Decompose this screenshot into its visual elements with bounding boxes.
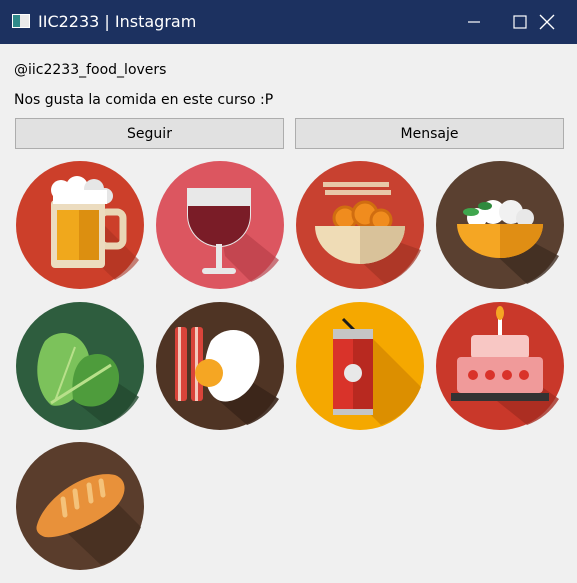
instagram-window: IIC2233 | Instagram @iic2233_food_lovers… <box>0 0 577 583</box>
photo-noodles[interactable] <box>295 160 425 290</box>
photo-soda-can[interactable] <box>295 301 425 431</box>
app-window-icon <box>12 14 30 28</box>
cake-icon <box>436 302 564 430</box>
message-button[interactable]: Mensaje <box>295 118 564 149</box>
follow-button[interactable]: Seguir <box>15 118 284 149</box>
close-icon <box>539 14 555 30</box>
title-bar[interactable]: IIC2233 | Instagram <box>0 0 577 44</box>
noodle-bowl-icon <box>296 161 424 289</box>
profile-description: Nos gusta la comida en este curso :P <box>14 92 274 108</box>
bacon-egg-icon <box>156 302 284 430</box>
photo-rice-bowl[interactable] <box>435 160 565 290</box>
minimize-icon <box>468 21 480 23</box>
window-title: IIC2233 | Instagram <box>38 12 197 31</box>
lettuce-icon <box>16 302 144 430</box>
minimize-button[interactable] <box>451 0 497 44</box>
photo-cake[interactable] <box>435 301 565 431</box>
photo-wine[interactable] <box>155 160 285 290</box>
photo-lettuce[interactable] <box>15 301 145 431</box>
rice-bowl-icon <box>436 161 564 289</box>
soda-can-icon <box>296 302 424 430</box>
wine-glass-icon <box>156 161 284 289</box>
beer-mug-icon <box>16 161 144 289</box>
photo-beer[interactable] <box>15 160 145 290</box>
photo-bread[interactable] <box>15 441 145 571</box>
photo-bacon-egg[interactable] <box>155 301 285 431</box>
bread-icon <box>16 442 144 570</box>
close-button[interactable] <box>524 0 570 44</box>
profile-handle: @iic2233_food_lovers <box>14 62 167 78</box>
